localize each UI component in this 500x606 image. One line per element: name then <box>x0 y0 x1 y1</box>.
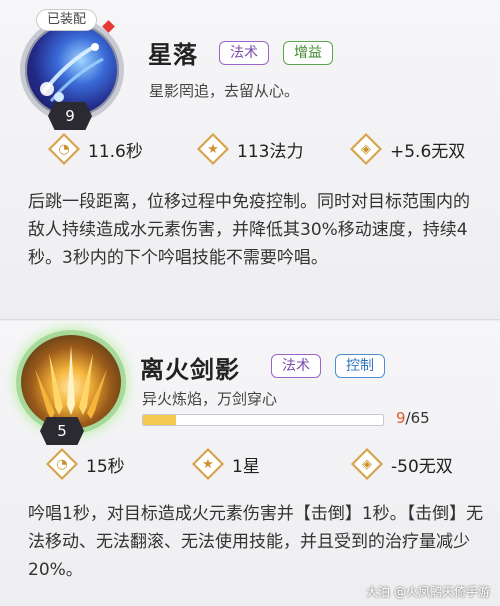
upgrade-progress-bar <box>142 414 384 426</box>
tag-magic: 法术 <box>271 354 321 378</box>
progress-current: 9 <box>396 409 406 427</box>
clock-icon: ◔ <box>46 448 78 480</box>
invincible-icon: ◈ <box>351 448 383 480</box>
stat-cost-value: 113法力 <box>237 141 304 162</box>
stat-star: ★ 1星 <box>192 448 260 480</box>
stat-cost: ★ 113法力 <box>197 133 303 165</box>
skill-subtitle: 星影罔追，去留从心。 <box>149 82 300 100</box>
skill-subtitle: 异火炼焰，万剑穿心 <box>142 390 278 408</box>
upgrade-progress-fill <box>143 415 177 425</box>
equipped-badge: 已装配 <box>36 9 98 31</box>
stat-star-value: 1星 <box>232 456 260 477</box>
stat-invincible-value: +5.6无双 <box>390 141 466 162</box>
upgrade-progress-text: 9/65 <box>396 409 430 427</box>
skill-description: 吟唱1秒，对目标造成火元素伤害并【击倒】1秒。【击倒】无法移动、无法翻滚、无法使… <box>28 504 484 580</box>
skill-name: 星落 <box>148 41 198 69</box>
tag-control: 控制 <box>335 354 385 378</box>
invincible-icon: ◈ <box>350 133 382 165</box>
stat-invincible: ◈ +5.6无双 <box>350 133 465 165</box>
flaming-swords-icon <box>35 345 107 419</box>
skill-level-badge: 9 <box>48 102 92 130</box>
clock-icon: ◔ <box>48 133 80 165</box>
stat-cooldown-value: 11.6秒 <box>88 141 143 162</box>
progress-total: 65 <box>410 409 430 427</box>
star-icon: ★ <box>197 133 229 165</box>
tag-magic: 法术 <box>219 41 269 65</box>
watermark: 大泊 @火凤鹘天倚手游 <box>366 585 490 599</box>
star-icon: ★ <box>192 448 224 480</box>
tag-buff: 增益 <box>283 41 333 65</box>
stat-cooldown: ◔ 11.6秒 <box>48 133 143 165</box>
stat-cooldown: ◔ 15秒 <box>46 448 125 480</box>
stat-invincible-value: -50无双 <box>391 456 453 477</box>
skill-name: 离火剑影 <box>140 356 240 384</box>
stat-invincible: ◈ -50无双 <box>351 448 453 480</box>
stat-cooldown-value: 15秒 <box>86 456 125 477</box>
skill-description: 后跳一段距离，位移过程中免疫控制。同时对目标范围内的敌人持续造成水元素伤害，并降… <box>28 192 470 268</box>
skill-level-badge: 5 <box>40 417 84 445</box>
